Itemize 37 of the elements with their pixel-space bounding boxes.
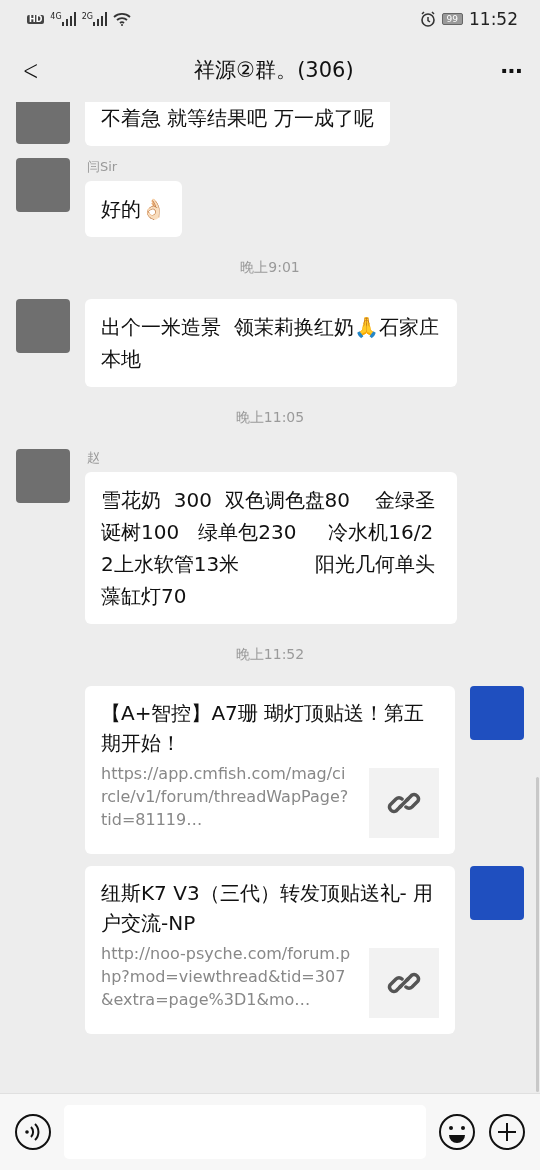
wifi-icon [112,12,131,26]
chat-title: 祥源②群。(306) [193,57,355,84]
avatar-photo[interactable] [16,449,70,503]
clock-time: 11:52 [469,9,518,29]
message-bubble[interactable]: 好的👌🏻 [85,181,182,237]
voice-icon[interactable] [14,1113,52,1151]
battery-level: 99 [441,13,463,25]
signal-icon [61,12,76,26]
network-label: 2G [81,12,93,21]
avatar-photo[interactable] [470,686,524,740]
link-title: 纽斯K7 V3（三代）转发顶贴送礼- 用户交流-NP [101,880,435,937]
avatar-photo[interactable] [470,866,524,920]
network-label: 4G [50,12,62,21]
emoji-icon[interactable] [438,1113,476,1151]
link-title: 【A+智控】A7珊 瑚灯顶贴送！第五期开始！ [101,700,426,757]
sender-name: 赵 [86,449,101,467]
message-bubble[interactable]: 雪花奶 300 双色调色盘80 金绿圣诞树100 绿单包230 冷水机16/22上水软管13米 阳光几何单头藻缸灯70 [85,472,457,624]
avatar-photo[interactable] [16,299,70,353]
avatar-photo[interactable] [16,102,70,144]
avatar-photo[interactable] [16,158,70,212]
signal-icon [92,12,107,26]
scrollbar[interactable] [536,777,539,1092]
timestamp: 晚上9:01 [239,258,301,277]
link-card[interactable]: 【A+智控】A7珊 瑚灯顶贴送！第五期开始！ https://app.cmfish.com/mag/circle/v1/forum/threadWapPage?tid=81119… [85,686,455,854]
link-url: http://noo-psyche.com/forum.php?mod=viewthread&tid=307&extra=page%3D1&mo… [101,943,351,1011]
message-bubble[interactable]: 不着急 就等结果吧 万一成了呢 [85,102,390,146]
link-card[interactable]: 纽斯K7 V3（三代）转发顶贴送礼- 用户交流-NP http://noo-psyche.com/forum.php?mod=viewthread&tid=307&extra=page%3D1&mo… [85,866,455,1034]
more-button[interactable]: ··· [499,57,522,83]
sender-name: 闫Sir [86,158,119,176]
link-url: https://app.cmfish.com/mag/circle/v1/forum/threadWapPage?tid=81119… [101,763,350,831]
back-button[interactable]: < [22,53,44,87]
timestamp: 晚上11:05 [234,408,306,427]
alarm-icon [419,11,436,27]
message-bubble[interactable]: 出个一米造景 领茉莉换红奶🙏石家庄本地 [85,299,457,387]
plus-icon[interactable] [488,1113,526,1151]
hd-label: HD [27,14,45,24]
timestamp: 晚上11:52 [234,645,306,664]
